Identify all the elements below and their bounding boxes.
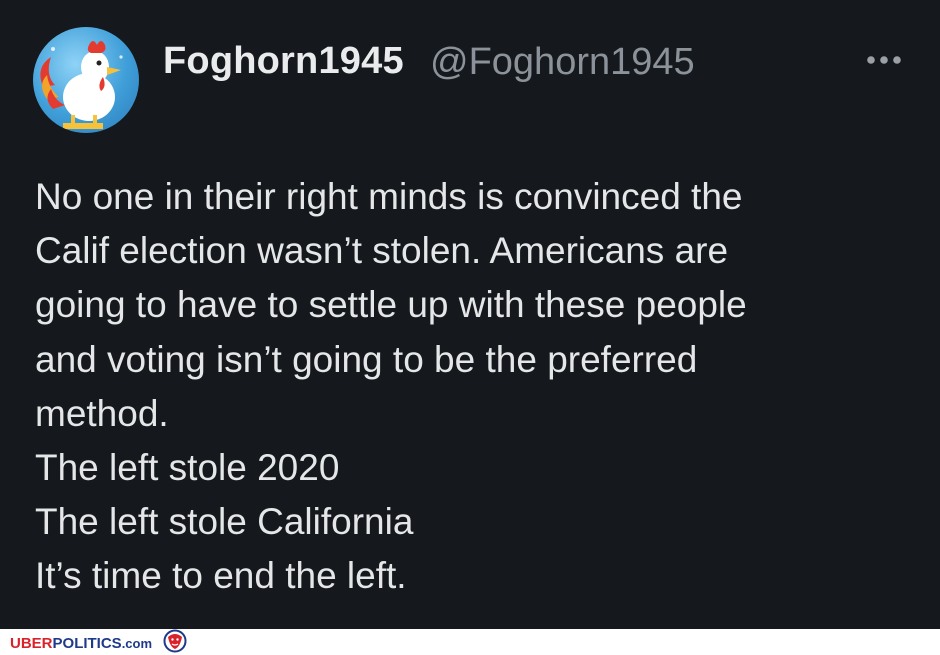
watermark-uber: UBER [10, 634, 53, 652]
tweet-line: method. [35, 392, 169, 434]
tweet-text: No one in their right minds is convinced… [35, 170, 915, 604]
user-handle[interactable]: @Foghorn1945 [430, 41, 695, 84]
tweet-line: No one in their right minds is convinced… [35, 176, 743, 217]
tweet-line: It’s time to end the left. [35, 555, 407, 597]
tweet-line: Calif election wasn’t stolen. Americans … [35, 230, 729, 272]
lion-crest-icon [162, 629, 188, 655]
rooster-avatar-icon [40, 41, 123, 129]
watermark-politics: POLITICS [52, 634, 122, 652]
tweet-line: and voting isn’t going to be the preferr… [35, 338, 698, 380]
tweet-line: The left stole 2020 [35, 447, 340, 489]
watermark-com: .com [121, 635, 153, 651]
more-horizontal-icon [867, 56, 901, 64]
avatar[interactable] [33, 27, 139, 133]
watermark-bar: UBER POLITICS .com [0, 629, 940, 655]
site-watermark: UBER POLITICS .com [10, 629, 188, 655]
more-options-button[interactable] [862, 50, 906, 70]
tweet-line: The left stole California [35, 501, 414, 543]
tweet-line: going to have to settle up with these pe… [35, 284, 747, 326]
tweet-screenshot: Foghorn1945 @Foghorn1945 No one in their… [0, 0, 940, 655]
display-name[interactable]: Foghorn1945 [163, 40, 404, 83]
